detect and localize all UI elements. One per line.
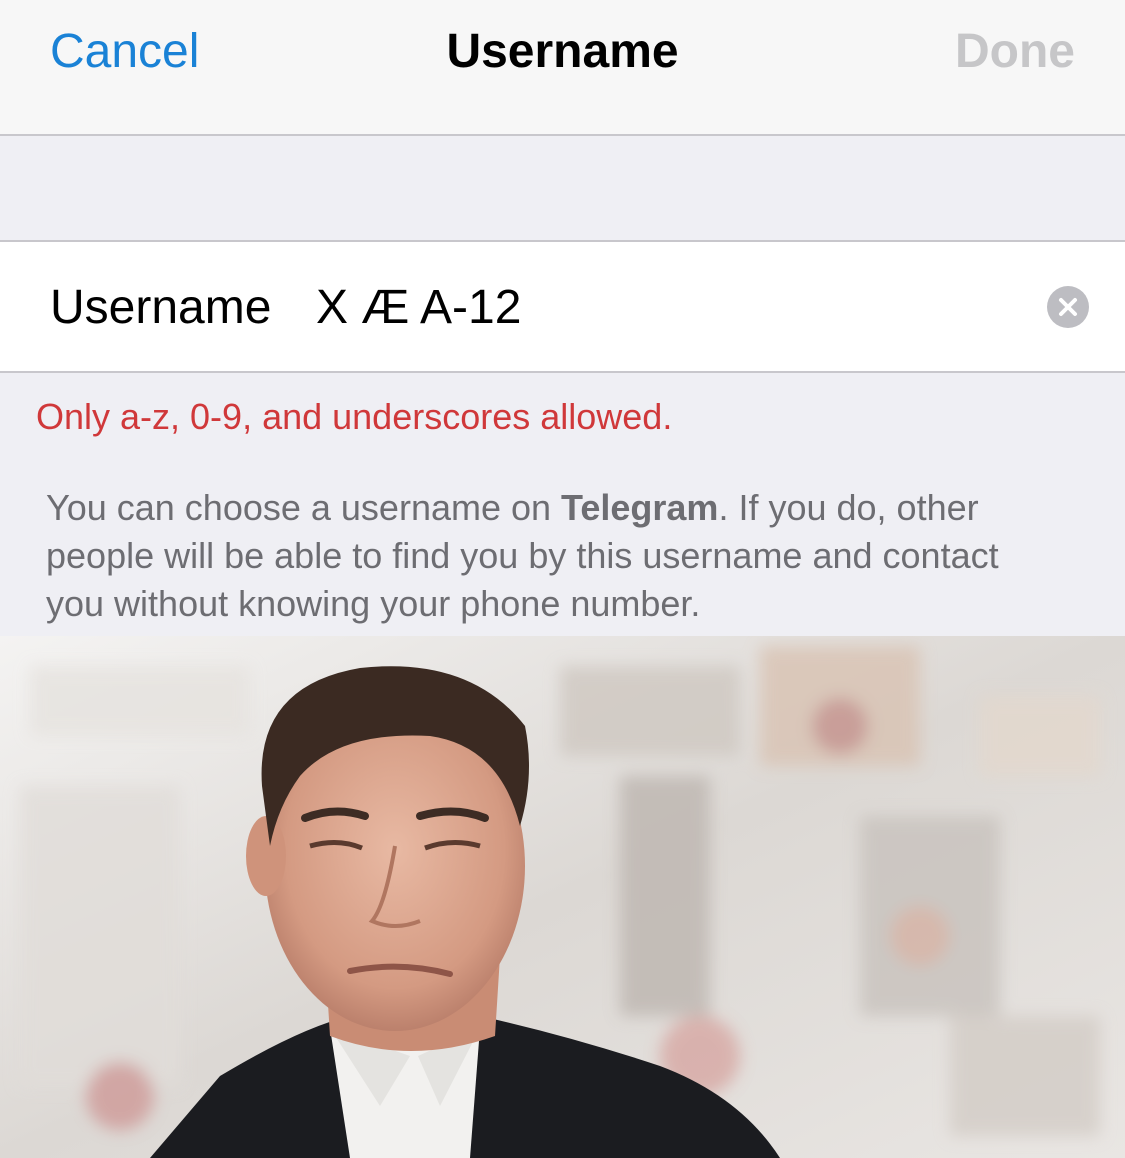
username-input[interactable]: X Æ A-12 — [316, 280, 521, 335]
username-field-row[interactable]: Username X Æ A-12 — [0, 240, 1125, 373]
info-text-bold: Telegram — [561, 487, 719, 528]
username-field-label: Username — [50, 281, 272, 334]
section-spacer — [0, 136, 1125, 240]
username-info-text: You can choose a username on Telegram. I… — [46, 484, 1046, 628]
done-button[interactable]: Done — [955, 24, 1075, 79]
clear-icon[interactable] — [1047, 286, 1089, 328]
navigation-bar: Cancel Username Done — [0, 0, 1125, 136]
meme-photo — [0, 636, 1125, 1158]
validation-error: Only a-z, 0-9, and underscores allowed. — [36, 396, 673, 437]
info-text-before: You can choose a username on — [46, 487, 562, 528]
